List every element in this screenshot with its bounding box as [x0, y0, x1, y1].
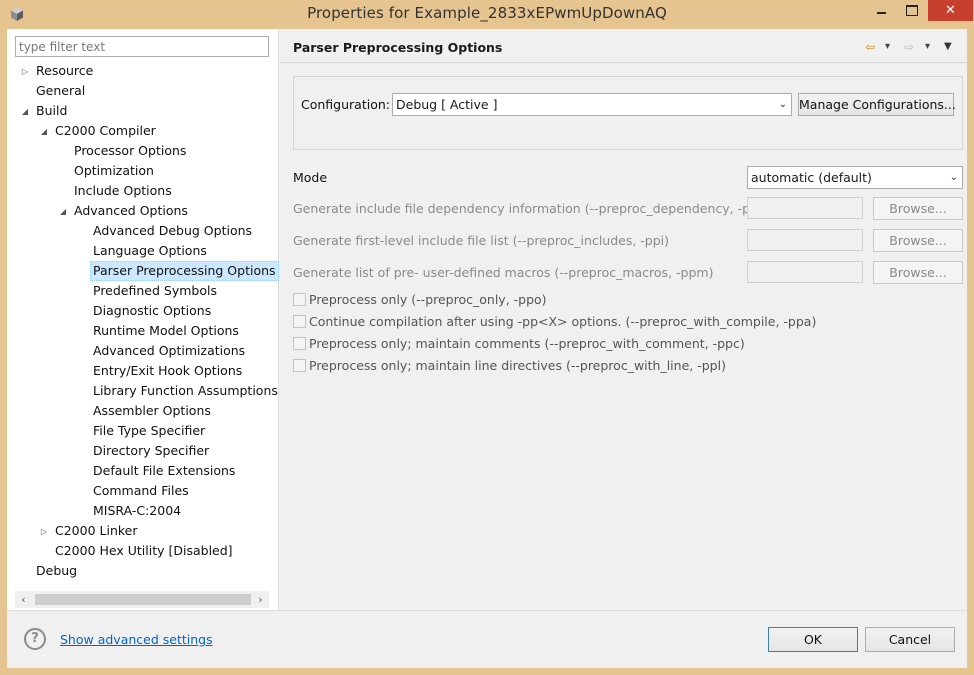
configuration-label: Configuration: [301, 97, 390, 112]
page-title: Parser Preprocessing Options [293, 40, 503, 55]
continue-compilation-checkbox[interactable] [293, 315, 306, 328]
maintain-line-directives-label: Preprocess only; maintain line directive… [309, 358, 726, 373]
tree-item-misra-c-2004[interactable]: MISRA-C:2004 [93, 501, 181, 521]
tree-item-optimization[interactable]: Optimization [74, 161, 154, 181]
chevron-down-icon: ⌄ [949, 172, 958, 183]
collapse-triangle-icon[interactable]: ◢ [39, 127, 49, 137]
tree-item-directory-specifier[interactable]: Directory Specifier [93, 441, 209, 461]
maximize-button[interactable] [898, 0, 925, 21]
tree-item-runtime-model-options[interactable]: Runtime Model Options [93, 321, 239, 341]
macros-list-label: Generate list of pre- user-defined macro… [293, 265, 714, 280]
tree-item-default-file-extensions[interactable]: Default File Extensions [93, 461, 235, 481]
minimize-button[interactable] [868, 0, 895, 21]
tree-item-command-files[interactable]: Command Files [93, 481, 189, 501]
horizontal-scrollbar[interactable]: ‹ › [15, 591, 269, 608]
macros-list-browse-button: Browse... [873, 261, 963, 284]
help-icon[interactable]: ? [24, 628, 46, 650]
forward-history-dropdown-icon[interactable]: ▾ [925, 40, 930, 54]
tree-item-language-options[interactable]: Language Options [93, 241, 207, 261]
maintain-comments-checkbox[interactable] [293, 337, 306, 350]
title-bar[interactable]: Properties for Example_2833xEPwmUpDownAQ… [0, 0, 974, 29]
back-history-dropdown-icon[interactable]: ▾ [885, 40, 890, 54]
back-arrow-icon[interactable]: ⇦ [865, 40, 875, 54]
tree-item-file-type-specifier[interactable]: File Type Specifier [93, 421, 205, 441]
maintain-line-directives-checkbox[interactable] [293, 359, 306, 372]
tree-item-processor-options[interactable]: Processor Options [74, 141, 186, 161]
properties-window: Properties for Example_2833xEPwmUpDownAQ… [0, 0, 974, 675]
macros-list-field [747, 261, 863, 283]
tree-item-parser-preprocessing-options[interactable]: Parser Preprocessing Options [90, 261, 279, 281]
tree-item-c2000-hex-utility[interactable]: C2000 Hex Utility [Disabled] [55, 541, 233, 561]
tree-item-build[interactable]: Build [36, 101, 67, 121]
tree-item-assembler-options[interactable]: Assembler Options [93, 401, 211, 421]
include-list-browse-button: Browse... [873, 229, 963, 252]
close-button[interactable]: ✕ [928, 0, 973, 21]
expand-triangle-icon[interactable]: ▷ [20, 67, 30, 77]
ok-button[interactable]: OK [768, 627, 858, 652]
scroll-left-icon[interactable]: ‹ [15, 591, 32, 608]
collapse-triangle-icon[interactable]: ◢ [58, 207, 68, 217]
dependency-info-label: Generate include file dependency informa… [293, 201, 771, 216]
manage-configurations-button[interactable]: Manage Configurations... [798, 93, 956, 116]
dependency-info-browse-button: Browse... [873, 197, 963, 220]
tree-item-resource[interactable]: Resource [36, 61, 93, 81]
tree-item-include-options[interactable]: Include Options [74, 181, 172, 201]
navigation-pane: ▷ Resource General ◢ Build ◢ C2000 Compi… [7, 29, 279, 610]
continue-compilation-label: Continue compilation after using -pp<X> … [309, 314, 817, 329]
filter-input[interactable] [15, 36, 269, 57]
chevron-down-icon: ⌄ [778, 99, 787, 110]
tree-item-library-function-assumptions[interactable]: Library Function Assumptions [93, 381, 278, 401]
tree-item-debug[interactable]: Debug [36, 561, 77, 581]
include-list-label: Generate first-level include file list (… [293, 233, 670, 248]
scroll-right-icon[interactable]: › [252, 591, 269, 608]
dialog-client: ▷ Resource General ◢ Build ◢ C2000 Compi… [7, 29, 967, 668]
tree-item-c2000-linker[interactable]: C2000 Linker [55, 521, 138, 541]
tree-item-advanced-options[interactable]: Advanced Options [74, 201, 188, 221]
mode-select[interactable]: automatic (default) ⌄ [747, 166, 963, 189]
configuration-group: Configuration: Debug [ Active ] ⌄ Manage… [293, 76, 963, 150]
preprocess-only-label: Preprocess only (--preproc_only, -ppo) [309, 292, 547, 307]
configuration-select[interactable]: Debug [ Active ] ⌄ [392, 93, 792, 116]
cancel-button[interactable]: Cancel [865, 627, 955, 652]
mode-label: Mode [293, 170, 328, 185]
tree-item-predefined-symbols[interactable]: Predefined Symbols [93, 281, 217, 301]
configuration-value: Debug [ Active ] [396, 97, 498, 112]
properties-page: Parser Preprocessing Options ⇦ ▾ ⇨ ▾ ▼ C… [280, 29, 967, 610]
maintain-comments-label: Preprocess only; maintain comments (--pr… [309, 336, 745, 351]
view-menu-icon[interactable]: ▼ [944, 40, 952, 54]
expand-triangle-icon[interactable]: ▷ [39, 527, 49, 537]
dependency-info-field [747, 197, 863, 219]
footer-divider [7, 610, 967, 611]
forward-arrow-icon[interactable]: ⇨ [904, 40, 914, 54]
scrollbar-thumb[interactable] [35, 594, 251, 605]
tree-item-entry-exit-hook-options[interactable]: Entry/Exit Hook Options [93, 361, 242, 381]
preprocess-only-checkbox[interactable] [293, 293, 306, 306]
include-list-field [747, 229, 863, 251]
tree-item-general[interactable]: General [36, 81, 85, 101]
tree-item-advanced-debug-options[interactable]: Advanced Debug Options [93, 221, 252, 241]
window-title: Properties for Example_2833xEPwmUpDownAQ [307, 4, 667, 22]
tree-item-advanced-optimizations[interactable]: Advanced Optimizations [93, 341, 245, 361]
show-advanced-settings-link[interactable]: Show advanced settings [60, 632, 213, 647]
collapse-triangle-icon[interactable]: ◢ [20, 107, 30, 117]
title-divider [280, 62, 967, 63]
mode-value: automatic (default) [751, 170, 872, 185]
tree-item-diagnostic-options[interactable]: Diagnostic Options [93, 301, 211, 321]
tree-item-c2000-compiler[interactable]: C2000 Compiler [55, 121, 156, 141]
